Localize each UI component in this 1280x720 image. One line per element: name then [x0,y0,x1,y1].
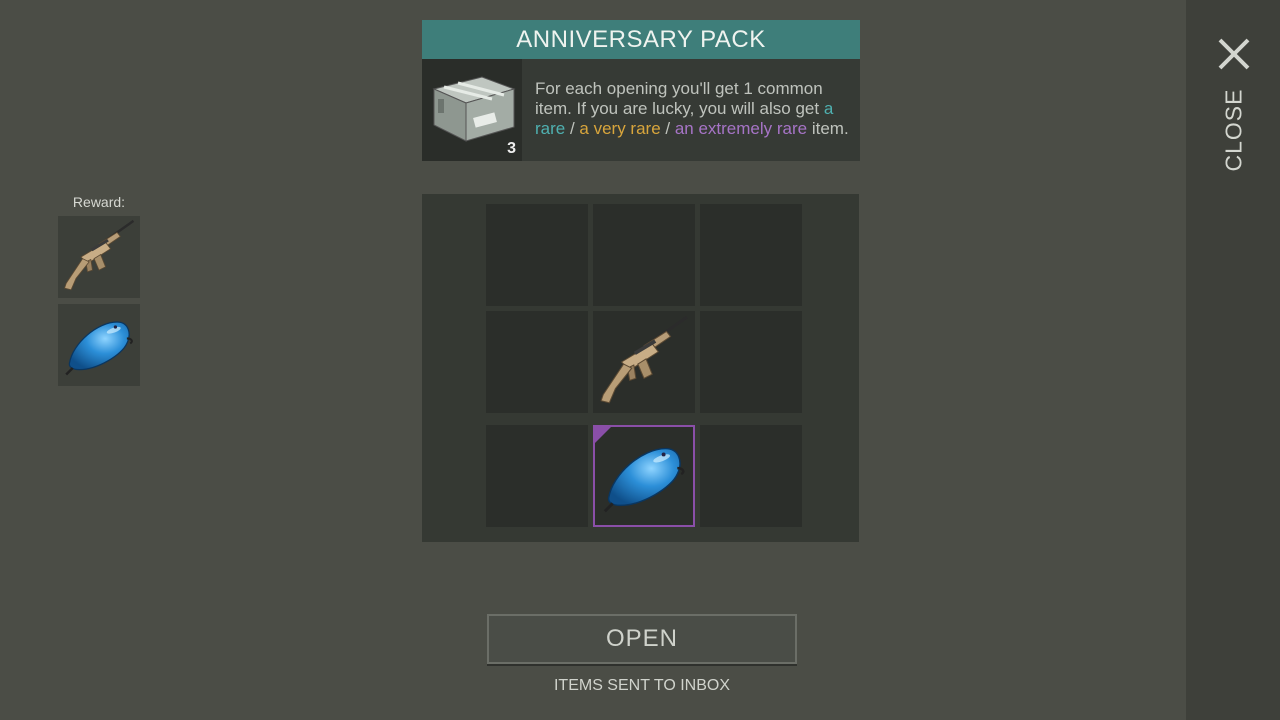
pack-description: For each opening you'll get 1 common ite… [535,79,855,139]
grid-slot[interactable] [486,204,588,306]
grid-slot[interactable] [486,425,588,527]
reward-slot-rifle[interactable] [58,216,140,298]
desc-common: For each opening you'll get 1 common ite… [535,79,824,118]
pack-count: 3 [507,140,516,157]
grid-slot[interactable] [700,311,802,413]
very-rare-label: a very rare [579,119,661,138]
reward-slot-gas-tank[interactable] [58,304,140,386]
rifle-icon [58,216,140,298]
extremely-rare-label: an extremely rare [674,119,808,138]
rifle-icon [593,311,695,413]
close-icon[interactable] [1216,36,1252,72]
pack-thumbnail: 3 [422,59,522,161]
grid-slot[interactable] [593,204,695,306]
open-button[interactable]: OPEN [487,614,797,664]
separator-2: / [660,119,675,138]
loot-grid [422,194,859,542]
pack-info-panel: 3 For each opening you'll get 1 common i… [422,59,860,161]
grid-slot[interactable] [486,311,588,413]
pack-title: ANNIVERSARY PACK [422,20,860,59]
desc-end: item. [807,119,849,138]
items-sent-to-inbox-text: ITEMS SENT TO INBOX [553,677,731,694]
close-button-label[interactable]: CLOSE [1221,89,1248,172]
rarity-corner-marker [595,427,611,443]
grid-slot[interactable] [700,425,802,527]
grid-slot[interactable] [700,204,802,306]
grid-slot-gas-tank[interactable] [593,425,695,527]
pack-opening-screen: Reward: ANNIVERSARY PACK 3 For each open… [0,0,1280,720]
grid-slot-rifle[interactable] [593,311,695,413]
blue-gas-tank-icon [58,304,140,386]
separator-1: / [565,119,580,138]
reward-label: Reward: [72,194,126,210]
